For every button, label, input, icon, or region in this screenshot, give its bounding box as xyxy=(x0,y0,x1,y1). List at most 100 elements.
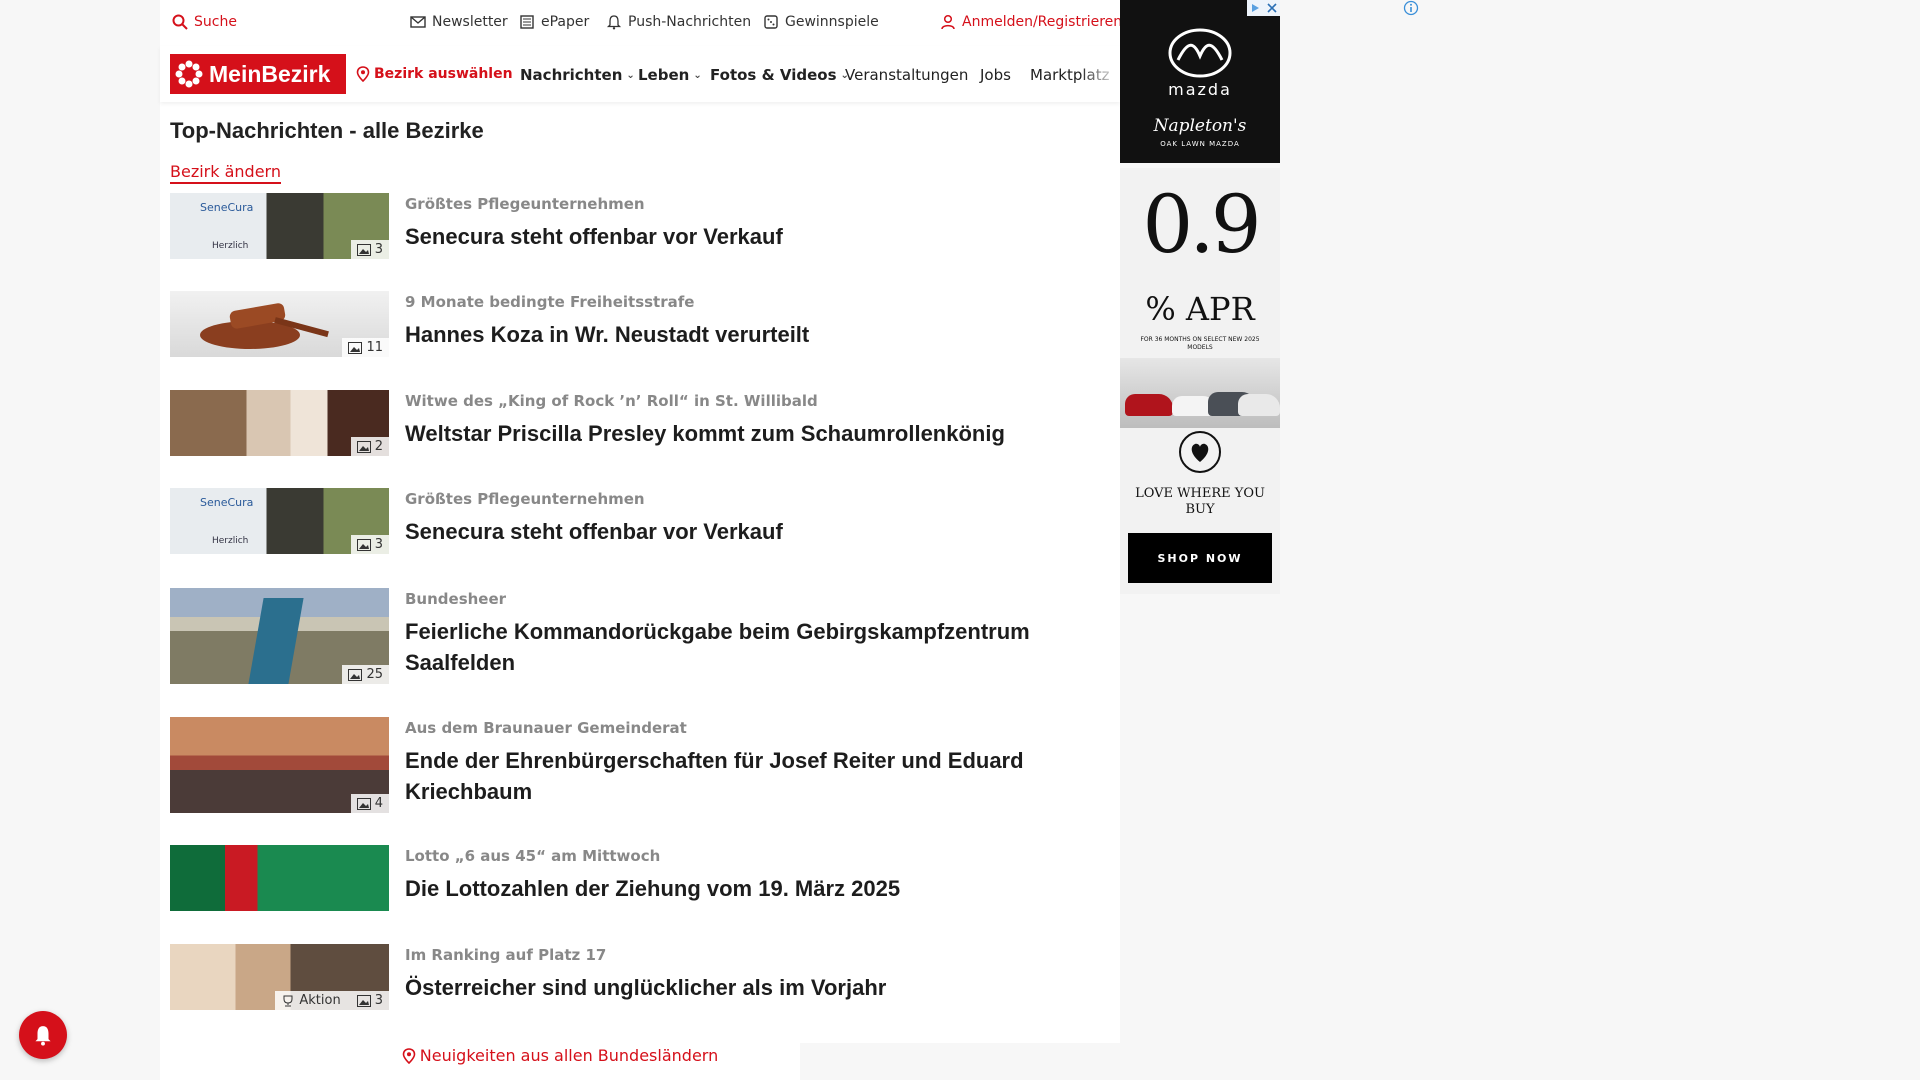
thumbnail-text-welcome: Herzlich xyxy=(212,536,249,546)
photo-count-badge: 3 xyxy=(350,240,389,259)
notification-bell-button[interactable] xyxy=(19,1011,67,1059)
photo-count: 4 xyxy=(374,796,383,811)
ad-dealer: Napleton's xyxy=(1153,116,1247,136)
chevron-down-icon: ⌄ xyxy=(693,69,702,81)
epaper-link[interactable]: ePaper xyxy=(519,14,589,30)
article-item[interactable]: 2 Witwe des „King of Rock ’n’ Roll“ in S… xyxy=(170,390,1110,460)
article-thumbnail[interactable]: SeneCura Herzlich 3 xyxy=(170,488,389,554)
article-item[interactable]: SeneCura Herzlich 3 Größtes Pflegeuntern… xyxy=(170,488,1110,558)
chevron-down-icon: ⌄ xyxy=(626,69,635,81)
search-link[interactable]: Suche xyxy=(172,14,237,30)
nav-events-label: Veranstaltungen xyxy=(845,66,969,84)
nav-photos-videos[interactable]: Fotos & Videos ⌄ xyxy=(710,66,849,84)
top-utility-bar: Suche Newsletter ePaper Push-Nachrichten… xyxy=(160,0,1122,46)
ad-close-icon[interactable] xyxy=(1264,0,1280,16)
user-icon xyxy=(941,14,955,30)
article-headline[interactable]: Hannes Koza in Wr. Neustadt verurteilt xyxy=(405,319,1125,350)
login-link[interactable]: Anmelden/Registrieren xyxy=(940,14,1122,30)
heart-icon xyxy=(1179,431,1221,473)
article-kicker: Bundesheer xyxy=(405,590,507,608)
article-item[interactable]: 25 Bundesheer Feierliche Kommandorückgab… xyxy=(170,588,1110,688)
bell-icon xyxy=(35,1026,51,1046)
article-kicker: Größtes Pflegeunternehmen xyxy=(405,195,645,213)
photo-count-badge: 11 xyxy=(342,338,389,357)
games-label: Gewinnspiele xyxy=(785,14,879,30)
search-icon xyxy=(172,14,188,30)
thumbnail-text-senecura: SeneCura xyxy=(200,496,254,509)
image-icon xyxy=(348,668,363,681)
article-item[interactable]: Aktion 3 Im Ranking auf Platz 17 Österre… xyxy=(170,944,1110,1014)
all-regions-link[interactable]: Neuigkeiten aus allen Bundesländern xyxy=(160,1046,960,1065)
article-thumbnail[interactable]: SeneCura Herzlich 3 xyxy=(170,193,389,259)
article-headline[interactable]: Die Lottozahlen der Ziehung vom 19. März… xyxy=(405,873,1125,904)
photo-count-badge: 2 xyxy=(350,437,389,456)
article-headline[interactable]: Ende der Ehrenbürgerschaften für Josef R… xyxy=(405,745,1125,807)
article-kicker: Witwe des „King of Rock ’n’ Roll“ in St.… xyxy=(405,392,818,410)
all-regions-label: Neuigkeiten aus allen Bundesländern xyxy=(419,1046,719,1065)
nav-events[interactable]: Veranstaltungen xyxy=(845,66,968,84)
change-district-link[interactable]: Bezirk ändern xyxy=(170,162,281,184)
article-headline[interactable]: Senecura steht offenbar vor Verkauf xyxy=(405,516,1125,547)
article-kicker: Aus dem Braunauer Gemeinderat xyxy=(405,719,687,737)
photo-count: 11 xyxy=(366,340,383,355)
nav-life[interactable]: Leben ⌄ xyxy=(638,66,702,84)
nav-news[interactable]: Nachrichten ⌄ xyxy=(520,66,635,84)
search-label: Suche xyxy=(194,14,237,30)
article-item[interactable]: SeneCura Herzlich 3 Größtes Pflegeuntern… xyxy=(170,193,1110,263)
epaper-label: ePaper xyxy=(541,14,590,30)
ad-brand: mazda xyxy=(1168,80,1232,99)
main-navigation: MeinBezirk Bezirk auswählen Nachrichten ⌄… xyxy=(160,46,1120,102)
select-district-button[interactable]: Bezirk auswählen xyxy=(356,66,513,82)
image-icon xyxy=(356,994,371,1007)
article-thumbnail[interactable] xyxy=(170,845,389,911)
logo-flower-icon xyxy=(175,60,203,88)
article-thumbnail[interactable]: 4 xyxy=(170,717,389,813)
article-item[interactable]: Lotto „6 aus 45“ am Mittwoch Die Lottoza… xyxy=(170,845,1110,915)
car-shape xyxy=(1125,394,1173,416)
location-pin-icon xyxy=(402,1047,416,1064)
gavel-illustration xyxy=(200,303,329,349)
nav-jobs[interactable]: Jobs xyxy=(980,66,1011,84)
article-thumbnail[interactable]: 11 xyxy=(170,291,389,357)
ad-apr-terms: FOR 36 MONTHS ON SELECT NEW 2025 MODELS xyxy=(1140,336,1260,351)
bell-icon xyxy=(606,15,622,30)
photo-count-badge: 3 xyxy=(350,535,389,554)
article-kicker: Größtes Pflegeunternehmen xyxy=(405,490,645,508)
main-page: Suche Newsletter ePaper Push-Nachrichten… xyxy=(160,0,1122,1080)
article-kicker: Im Ranking auf Platz 17 xyxy=(405,946,607,964)
thumbnail-text-senecura: SeneCura xyxy=(200,201,254,214)
image-icon xyxy=(356,440,371,453)
nav-photos-label: Fotos & Videos xyxy=(710,66,837,84)
image-icon xyxy=(356,243,371,256)
action-label: Aktion xyxy=(299,993,341,1008)
article-headline[interactable]: Weltstar Priscilla Presley kommt zum Sch… xyxy=(405,418,1125,449)
mazda-ad-banner[interactable]: mazda Napleton's OAK LAWN MAZDA xyxy=(1120,0,1280,163)
article-headline[interactable]: Feierliche Kommandorückgabe beim Gebirgs… xyxy=(405,616,1125,678)
page-title: Top-Nachrichten - alle Bezirke xyxy=(170,118,484,143)
newsletter-link[interactable]: Newsletter xyxy=(410,14,508,30)
ad-info-icon[interactable] xyxy=(1403,0,1419,16)
article-headline[interactable]: Senecura steht offenbar vor Verkauf xyxy=(405,221,1125,252)
logo-text: MeinBezirk xyxy=(209,60,331,87)
article-item[interactable]: 11 9 Monate bedingte Freiheitsstrafe Han… xyxy=(170,291,1110,361)
photo-count: 3 xyxy=(374,993,383,1008)
ad-choices-icon[interactable] xyxy=(1247,0,1263,16)
article-thumbnail[interactable]: Aktion 3 xyxy=(170,944,389,1010)
article-thumbnail[interactable]: 2 xyxy=(170,390,389,456)
apr-ad-banner[interactable]: 0.9 % APR FOR 36 MONTHS ON SELECT NEW 20… xyxy=(1120,168,1280,594)
push-notifications-link[interactable]: Push-Nachrichten xyxy=(606,14,751,30)
mail-icon xyxy=(410,16,426,28)
article-headline[interactable]: Österreicher sind unglücklicher als im V… xyxy=(405,972,1125,1003)
push-label: Push-Nachrichten xyxy=(628,14,752,30)
photo-count: 3 xyxy=(374,537,383,552)
shop-now-button[interactable]: SHOP NOW xyxy=(1128,533,1272,583)
photo-count: 25 xyxy=(366,667,383,682)
photo-count-badge: 4 xyxy=(350,794,389,813)
article-thumbnail[interactable]: 25 xyxy=(170,588,389,684)
games-link[interactable]: Gewinnspiele xyxy=(763,14,879,30)
action-and-photo-badge: Aktion 3 xyxy=(275,991,389,1010)
article-item[interactable]: 4 Aus dem Braunauer Gemeinderat Ende der… xyxy=(170,717,1110,817)
newsletter-label: Newsletter xyxy=(432,14,508,30)
site-logo[interactable]: MeinBezirk xyxy=(170,54,346,94)
dice-icon xyxy=(764,15,778,29)
